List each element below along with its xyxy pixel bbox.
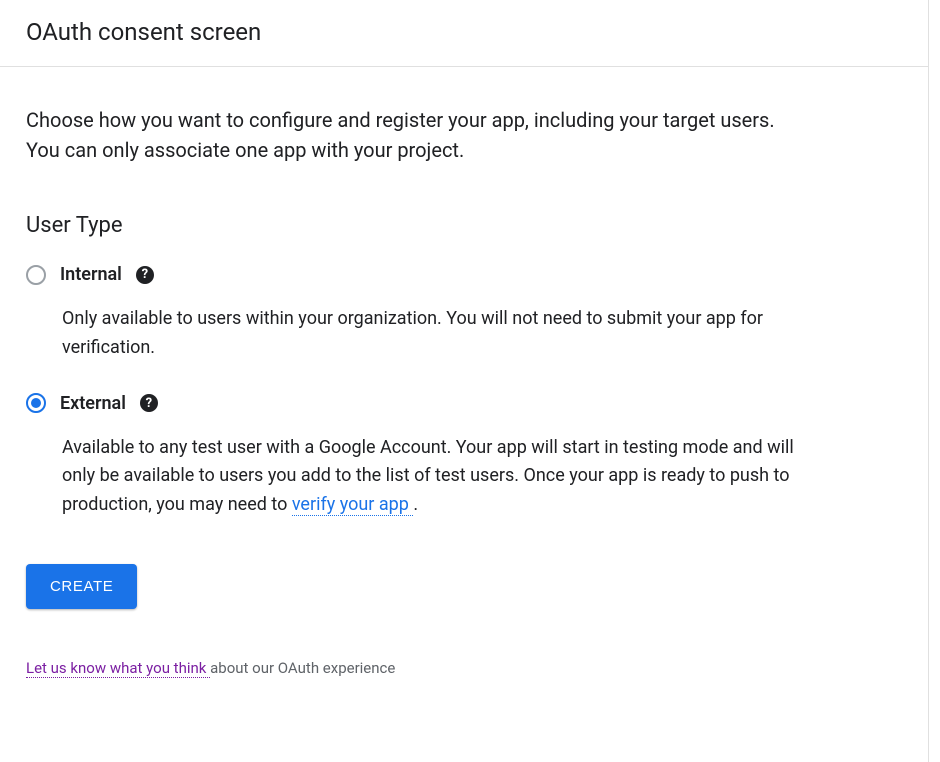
internal-radio[interactable] <box>26 265 46 285</box>
feedback-suffix: about our OAuth experience <box>210 659 395 677</box>
feedback-link[interactable]: Let us know what you think <box>26 659 210 678</box>
user-type-heading: User Type <box>26 213 804 238</box>
external-description-suffix: . <box>413 494 418 515</box>
content-area: Choose how you want to configure and reg… <box>0 67 830 703</box>
right-border <box>928 0 940 762</box>
external-label[interactable]: External <box>60 393 126 414</box>
user-type-radio-group: Internal ? Only available to users withi… <box>26 264 804 520</box>
external-description-text: Available to any test user with a Google… <box>62 437 794 516</box>
internal-description: Only available to users within your orga… <box>62 305 802 363</box>
feedback-row: Let us know what you think about our OAu… <box>26 659 804 677</box>
external-option-row: External ? <box>26 393 804 414</box>
internal-label[interactable]: Internal <box>60 264 122 285</box>
internal-option-row: Internal ? <box>26 264 804 285</box>
page-header: OAuth consent screen <box>0 0 940 67</box>
create-button[interactable]: CREATE <box>26 564 137 609</box>
verify-your-app-link[interactable]: verify your app <box>292 494 413 516</box>
page-title: OAuth consent screen <box>26 18 914 46</box>
external-description: Available to any test user with a Google… <box>62 434 802 520</box>
help-icon[interactable]: ? <box>140 394 158 412</box>
help-icon[interactable]: ? <box>136 266 154 284</box>
intro-text: Choose how you want to configure and reg… <box>26 105 804 165</box>
external-radio[interactable] <box>26 393 46 413</box>
